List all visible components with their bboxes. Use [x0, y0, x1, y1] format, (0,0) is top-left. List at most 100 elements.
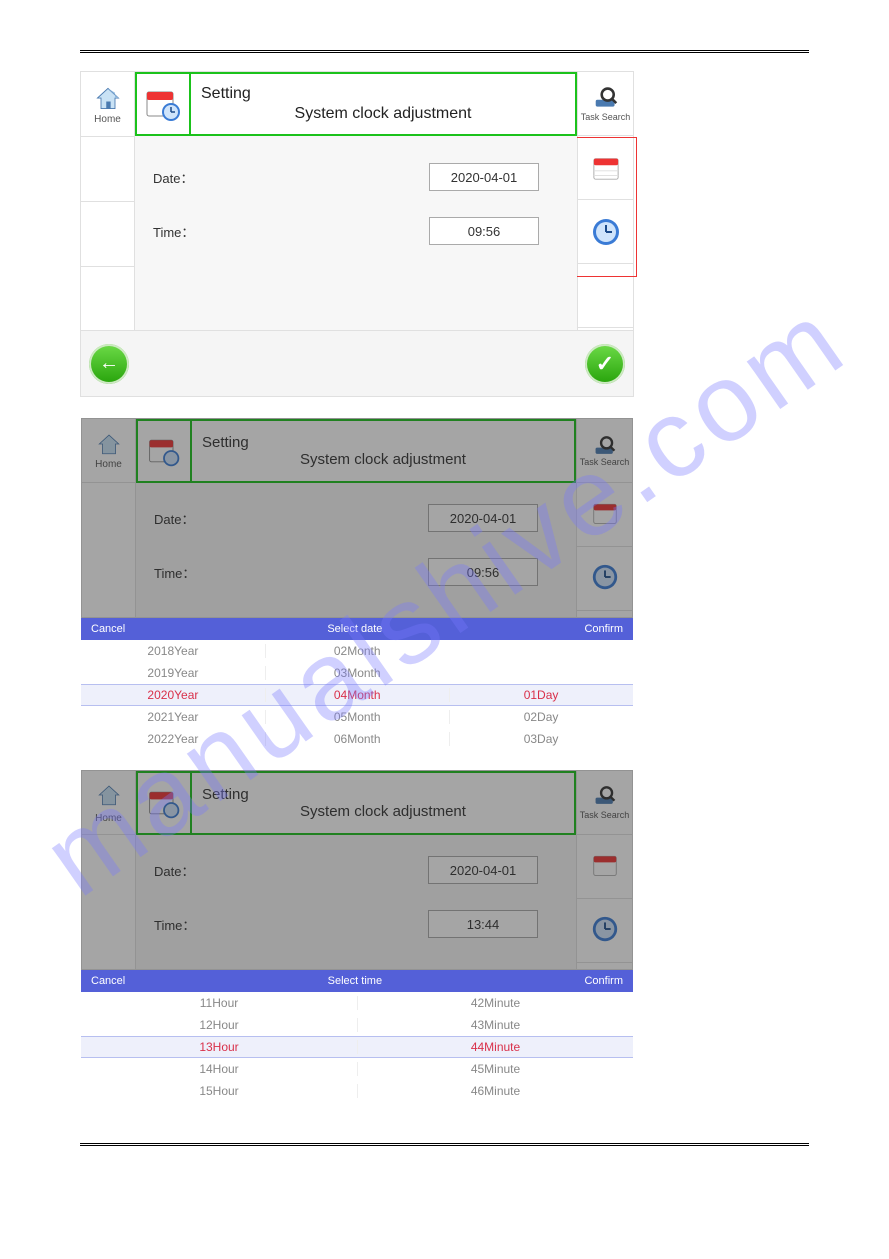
home-label: Home: [95, 813, 122, 824]
left-nav-slot-2: [81, 137, 134, 202]
minute-option[interactable]: 45Minute: [357, 1062, 633, 1076]
picker-cancel-button[interactable]: Cancel: [91, 975, 125, 987]
top-rule: [80, 50, 809, 53]
date-picker-button[interactable]: [578, 136, 633, 200]
right-nav-slot-4: [578, 264, 633, 328]
date-picker-button[interactable]: [577, 483, 632, 547]
clock-icon: [590, 914, 620, 947]
day-option-selected[interactable]: 01Day: [449, 688, 633, 702]
home-label: Home: [94, 114, 121, 125]
month-option[interactable]: 05Month: [265, 710, 449, 724]
home-button[interactable]: Home: [81, 72, 134, 137]
month-option[interactable]: 02Month: [265, 644, 449, 658]
date-label: Date：: [154, 509, 234, 528]
confirm-button[interactable]: [585, 344, 625, 384]
left-nav-slot-4: [81, 267, 134, 332]
right-nav-column: Task Search: [577, 72, 633, 332]
minute-option[interactable]: 46Minute: [357, 1084, 633, 1098]
year-option[interactable]: 2022Year: [81, 732, 265, 746]
year-option-selected[interactable]: 2020Year: [81, 688, 265, 702]
year-option[interactable]: 2019Year: [81, 666, 265, 680]
time-row: Time： 09:56: [154, 545, 558, 599]
left-nav-slot-3: [81, 202, 134, 267]
clock-icon: [590, 216, 622, 248]
time-picker-button[interactable]: [577, 899, 632, 963]
day-option[interactable]: 03Day: [449, 732, 633, 746]
calendar-icon: [591, 154, 621, 182]
task-search-label: Task Search: [580, 810, 630, 820]
minute-option-selected[interactable]: 44Minute: [357, 1040, 633, 1054]
year-option[interactable]: 2018Year: [81, 644, 265, 658]
screen-clock-adjustment: Home Setting System clock adjustmen: [80, 71, 634, 397]
picker-confirm-button[interactable]: Confirm: [584, 975, 623, 987]
task-search-button[interactable]: Task Search: [577, 771, 632, 835]
time-value-box[interactable]: 13:44: [428, 910, 538, 938]
left-nav-column: Home: [81, 72, 135, 332]
picker-title: Select date: [125, 623, 584, 635]
page-subtitle: System clock adjustment: [202, 803, 564, 820]
time-picker-button[interactable]: [578, 200, 633, 264]
time-label: Time：: [154, 563, 234, 582]
date-value-box[interactable]: 2020-04-01: [428, 856, 538, 884]
minute-option[interactable]: 43Minute: [357, 1018, 633, 1032]
month-option-selected[interactable]: 04Month: [265, 688, 449, 702]
screen-date-picker: Home Setting System clock adjustment: [80, 417, 634, 751]
calendar-icon: [591, 852, 619, 881]
day-option[interactable]: 02Day: [449, 710, 633, 724]
home-icon: [95, 782, 123, 811]
task-search-button[interactable]: Task Search: [578, 72, 633, 136]
time-value-box[interactable]: 09:56: [428, 558, 538, 586]
date-row: Date： 2020-04-01: [154, 491, 558, 545]
hour-option[interactable]: 15Hour: [81, 1084, 357, 1098]
picker-confirm-button[interactable]: Confirm: [584, 623, 623, 635]
hour-option[interactable]: 12Hour: [81, 1018, 357, 1032]
month-option[interactable]: 06Month: [265, 732, 449, 746]
time-row: Time： 09:56: [153, 204, 559, 258]
time-picker-button[interactable]: [577, 547, 632, 611]
page-header: Setting System clock adjustment: [135, 72, 577, 136]
picker-title: Select time: [125, 975, 584, 987]
task-search-icon: [592, 86, 620, 110]
task-search-label: Task Search: [580, 457, 630, 467]
page-subtitle: System clock adjustment: [201, 105, 565, 123]
home-button[interactable]: Home: [82, 771, 135, 835]
screen-time-picker: Home Setting System clock adjustment Tas…: [80, 769, 634, 1103]
hour-option-selected[interactable]: 13Hour: [81, 1040, 357, 1054]
page-title: Setting: [201, 85, 565, 103]
back-button[interactable]: [89, 344, 129, 384]
date-row: Date： 2020-04-01: [153, 150, 559, 204]
task-search-icon: [592, 435, 618, 457]
page-title: Setting: [202, 786, 564, 803]
date-label: Date：: [153, 168, 233, 187]
calendar-clock-icon: [138, 421, 192, 481]
page-header: Setting System clock adjustment: [136, 419, 576, 483]
hour-option[interactable]: 11Hour: [81, 996, 357, 1010]
month-option[interactable]: 03Month: [265, 666, 449, 680]
calendar-clock-icon: [137, 74, 191, 134]
date-value-box[interactable]: 2020-04-01: [428, 504, 538, 532]
task-search-label: Task Search: [581, 112, 631, 122]
clock-icon: [590, 562, 620, 595]
task-search-icon: [592, 785, 618, 810]
task-search-button[interactable]: Task Search: [577, 419, 632, 483]
home-button[interactable]: Home: [82, 419, 135, 483]
time-picker-wheel[interactable]: 11Hour42Minute 12Hour43Minute 13Hour44Mi…: [81, 992, 633, 1102]
minute-option[interactable]: 42Minute: [357, 996, 633, 1010]
year-option[interactable]: 2021Year: [81, 710, 265, 724]
date-value-box[interactable]: 2020-04-01: [429, 163, 539, 191]
date-picker-button[interactable]: [577, 835, 632, 899]
picker-header-bar: Cancel Select time Confirm: [81, 970, 633, 992]
settings-body: Date： 2020-04-01 Time： 09:56: [135, 136, 577, 330]
date-picker-wheel[interactable]: 2018Year02Month 2019Year03Month 2020Year…: [81, 640, 633, 750]
hour-option[interactable]: 14Hour: [81, 1062, 357, 1076]
time-value-box[interactable]: 09:56: [429, 217, 539, 245]
footer-bar: [81, 330, 633, 396]
time-label: Time：: [153, 222, 233, 241]
calendar-icon: [591, 500, 619, 529]
home-icon: [95, 431, 123, 457]
home-label: Home: [95, 459, 122, 470]
page-title: Setting: [202, 434, 564, 451]
picker-cancel-button[interactable]: Cancel: [91, 623, 125, 635]
calendar-clock-icon: [138, 773, 192, 833]
home-icon: [93, 84, 123, 112]
